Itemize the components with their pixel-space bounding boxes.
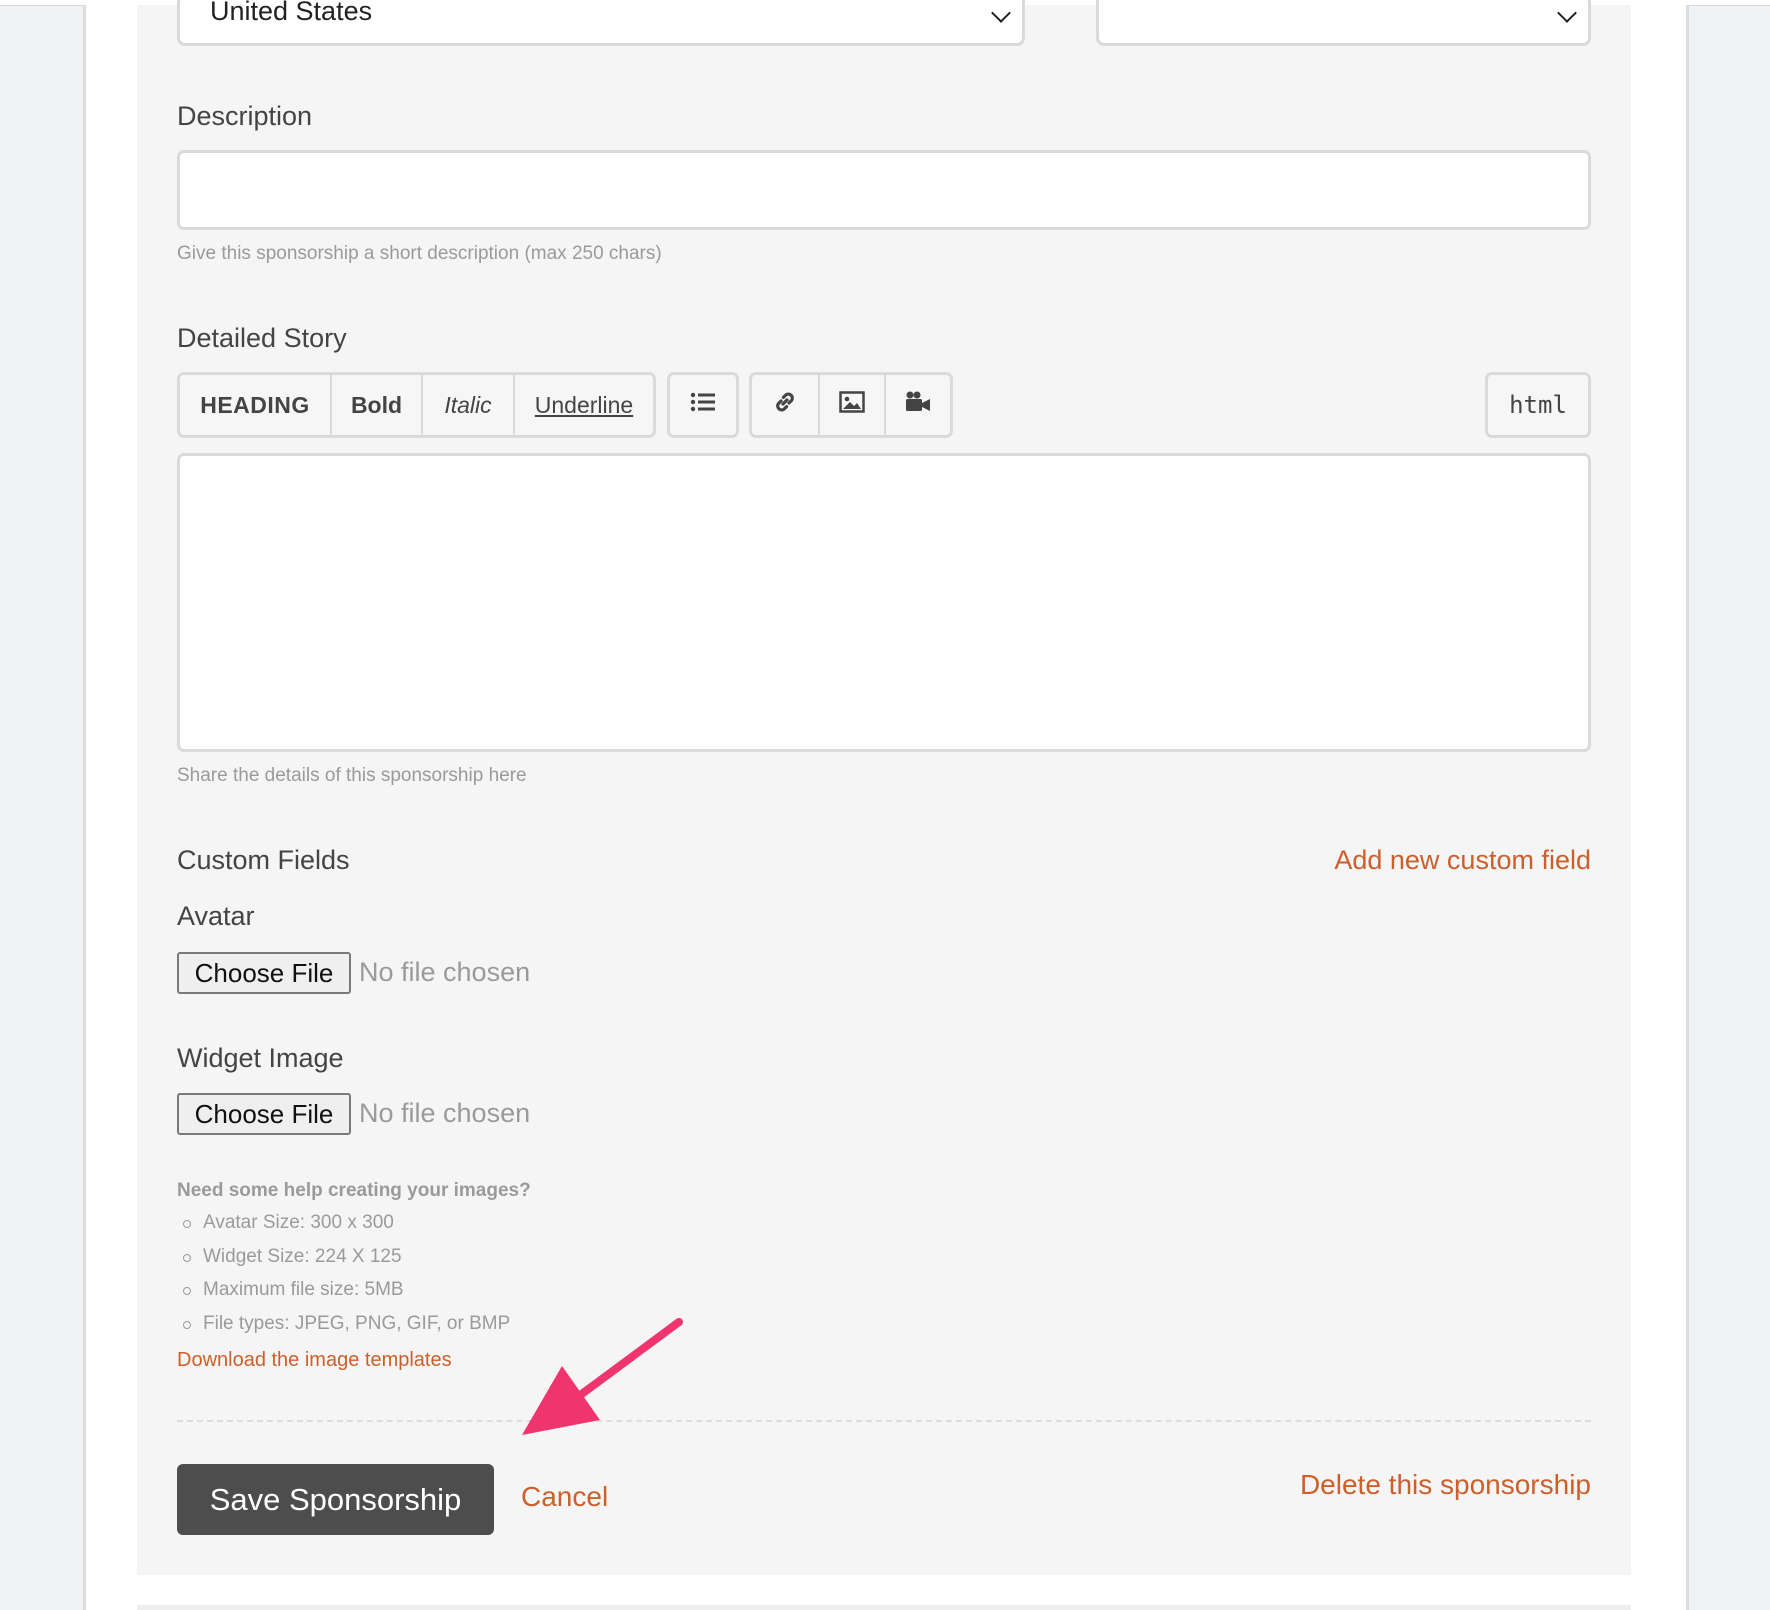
annotation-arrow-icon	[522, 1318, 683, 1435]
